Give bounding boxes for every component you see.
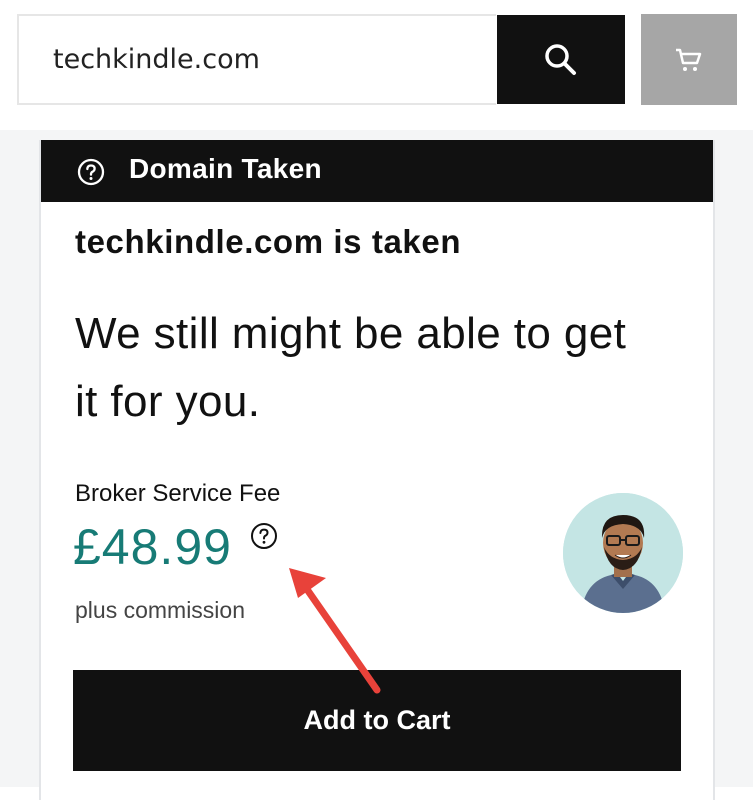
add-to-cart-button[interactable]: Add to Cart — [73, 670, 681, 771]
broker-fee-price: £48.99 — [73, 519, 232, 575]
search-icon — [545, 43, 576, 75]
search-input[interactable] — [19, 16, 496, 103]
broker-headline: We still might be able to get it for you… — [75, 309, 627, 426]
broker-portrait-image — [563, 493, 683, 613]
price-help-icon[interactable] — [249, 521, 279, 551]
search-button[interactable] — [497, 15, 625, 104]
broker-avatar — [563, 493, 683, 613]
cart-icon — [676, 48, 702, 71]
domain-taken-title: techkindle.com is taken — [75, 223, 462, 260]
help-circle-icon — [77, 158, 105, 186]
domain-status-banner: Domain Taken — [41, 140, 713, 202]
cart-button[interactable] — [641, 14, 737, 105]
top-search-bar — [0, 0, 753, 130]
banner-text: Domain Taken — [129, 153, 322, 184]
search-box[interactable] — [17, 14, 496, 105]
commission-note: plus commission — [75, 597, 245, 623]
broker-fee-label: Broker Service Fee — [75, 480, 281, 507]
domain-result-card: Domain Taken techkindle.com is taken We … — [39, 140, 715, 800]
